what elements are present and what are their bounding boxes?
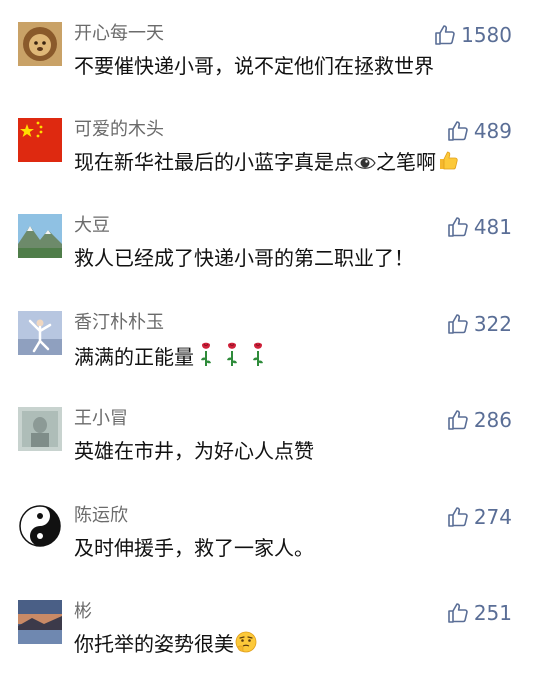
avatar[interactable] <box>18 118 62 162</box>
comment-text: 及时伸援手，救了一家人。 <box>74 534 314 562</box>
thumbs-up-outline-icon <box>448 217 468 237</box>
comment-author[interactable]: 可爱的木头 <box>74 118 164 142</box>
like-count: 274 <box>473 505 512 529</box>
comment-text-body: 及时伸援手，救了一家人。 <box>74 536 314 560</box>
comment-text-body: 救人已经成了快递小哥的第二职业了！ <box>74 246 414 270</box>
like-button[interactable]: 286 <box>446 407 512 433</box>
like-button[interactable]: 322 <box>446 311 512 337</box>
comment-item: 可爱的木头 489 现在新华社最后的小蓝字真是点 之笔啊 <box>0 118 538 214</box>
thumbs-up-emoji-icon <box>440 151 458 170</box>
comment-text-suffix: 之笔啊 <box>376 150 436 174</box>
thumbs-up-outline-icon <box>435 25 455 45</box>
comment-text: 救人已经成了快递小哥的第二职业了！ <box>74 244 414 272</box>
thumbs-up-outline-icon <box>448 507 468 527</box>
like-count: 322 <box>473 312 512 336</box>
avatar[interactable] <box>18 311 62 355</box>
comment-list: 开心每一天 1580 不要催快递小哥，说不定他们在拯救世界 可爱的木头 489 … <box>0 0 538 664</box>
like-button[interactable]: 1580 <box>433 22 512 48</box>
comment-author[interactable]: 彬 <box>74 600 92 624</box>
thinking-face-emoji-icon <box>235 631 257 653</box>
comment-text-body: 现在新华社最后的小蓝字真是点 <box>74 150 354 174</box>
like-button[interactable]: 489 <box>446 118 512 144</box>
comment-item: 香汀朴朴玉 322 满满的正能量 <box>0 311 538 407</box>
like-count: 489 <box>473 119 512 143</box>
rose-emoji-icon <box>201 342 263 366</box>
thumbs-up-outline-icon <box>448 603 468 623</box>
comment-text: 不要催快递小哥，说不定他们在拯救世界 <box>74 52 434 80</box>
like-button[interactable]: 274 <box>446 504 512 530</box>
comment-text-body: 你托举的姿势很美 <box>74 632 234 656</box>
like-count: 251 <box>473 601 512 625</box>
like-button[interactable]: 251 <box>446 600 512 626</box>
dancer-avatar-icon <box>18 311 62 355</box>
comment-text: 满满的正能量 <box>74 341 278 371</box>
portrait-avatar-icon <box>18 407 62 451</box>
comment-author[interactable]: 陈运欣 <box>74 504 128 528</box>
comment-author[interactable]: 开心每一天 <box>74 22 164 46</box>
yin-yang-avatar-icon <box>18 504 62 548</box>
comment-text-body: 满满的正能量 <box>74 345 194 369</box>
like-count: 286 <box>473 408 512 432</box>
comment-text: 你托举的姿势很美 <box>74 630 258 658</box>
comment-item: 王小冒 286 英雄在市井，为好心人点赞 <box>0 407 538 503</box>
comment-text: 英雄在市井，为好心人点赞 <box>74 437 314 465</box>
comment-author[interactable]: 大豆 <box>74 214 110 238</box>
thumbs-up-outline-icon <box>448 121 468 141</box>
landscape-avatar-icon <box>18 214 62 258</box>
thumbs-up-outline-icon <box>448 314 468 334</box>
avatar[interactable] <box>18 407 62 451</box>
thumbs-up-outline-icon <box>448 410 468 430</box>
avatar[interactable] <box>18 22 62 66</box>
comment-item: 大豆 481 救人已经成了快递小哥的第二职业了！ <box>0 214 538 310</box>
comment-item: 陈运欣 274 及时伸援手，救了一家人。 <box>0 504 538 600</box>
comment-text: 现在新华社最后的小蓝字真是点 之笔啊 <box>74 148 460 176</box>
comment-item: 开心每一天 1580 不要催快递小哥，说不定他们在拯救世界 <box>0 22 538 118</box>
comment-text-body: 不要催快递小哥，说不定他们在拯救世界 <box>74 54 434 78</box>
sunset-avatar-icon <box>18 600 62 644</box>
flag-avatar-icon <box>18 118 62 162</box>
like-count: 1580 <box>461 23 512 47</box>
lion-avatar-icon <box>18 22 62 66</box>
comment-author[interactable]: 王小冒 <box>74 407 128 431</box>
comment-author[interactable]: 香汀朴朴玉 <box>74 311 164 335</box>
eye-emoji-icon <box>354 157 376 169</box>
avatar[interactable] <box>18 214 62 258</box>
avatar[interactable] <box>18 600 62 644</box>
like-count: 481 <box>473 215 512 239</box>
comment-text-body: 英雄在市井，为好心人点赞 <box>74 439 314 463</box>
like-button[interactable]: 481 <box>446 214 512 240</box>
comment-item: 彬 251 你托举的姿势很美 <box>0 600 538 696</box>
avatar[interactable] <box>18 504 62 548</box>
